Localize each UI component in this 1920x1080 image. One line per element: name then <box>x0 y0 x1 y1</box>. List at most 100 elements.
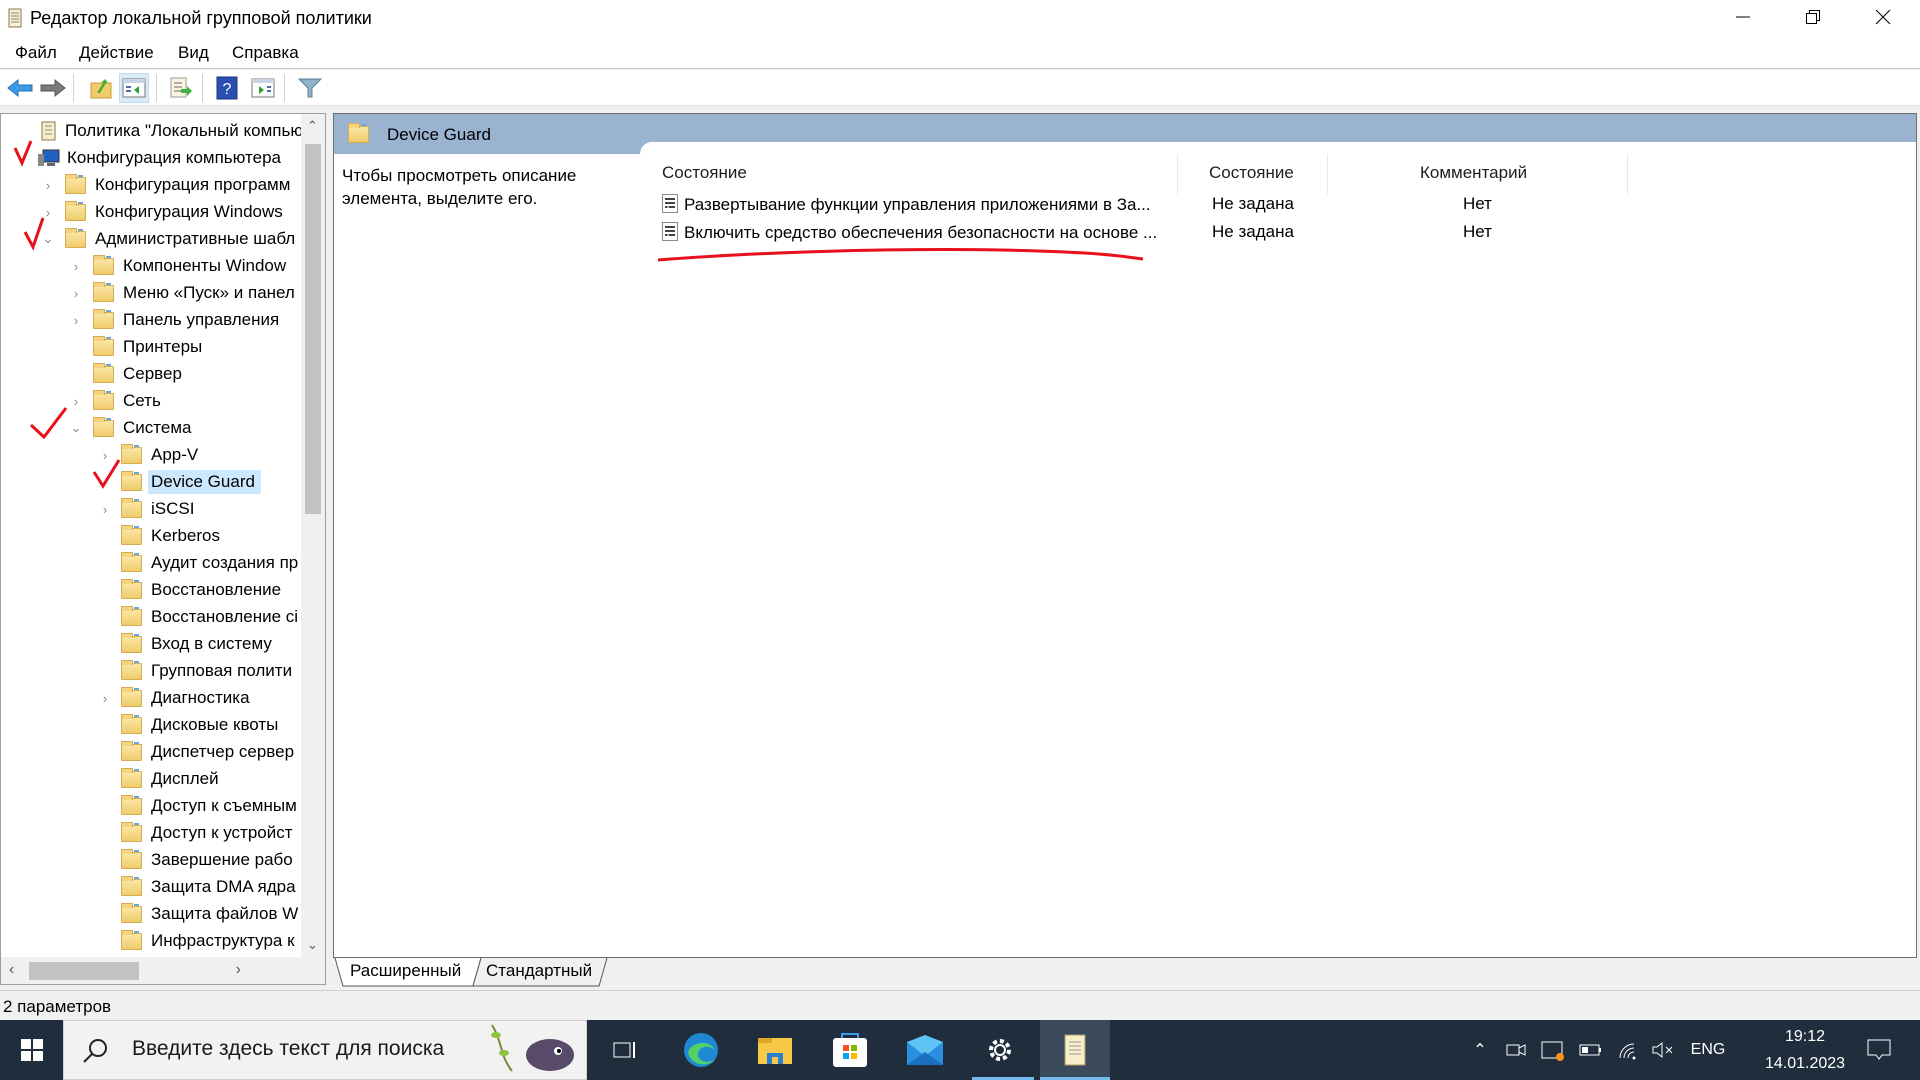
chevron-right-icon[interactable]: › <box>69 259 83 274</box>
chevron-right-icon[interactable]: › <box>98 502 112 517</box>
chevron-down-icon[interactable]: ⌄ <box>41 231 55 247</box>
restore-button[interactable] <box>1778 0 1848 34</box>
tree-item-label: iSCSI <box>151 499 195 518</box>
taskbar-mail[interactable] <box>890 1020 960 1080</box>
show-hide-tree-button[interactable] <box>119 73 149 103</box>
taskbar-search-box[interactable]: Введите здесь текст для поиска <box>63 1020 587 1080</box>
chevron-right-icon[interactable]: › <box>69 286 83 301</box>
tree-item[interactable]: Групповая полити <box>121 658 292 684</box>
column-separator[interactable] <box>1627 154 1628 194</box>
chevron-right-icon[interactable]: › <box>69 313 83 328</box>
forward-button[interactable] <box>38 73 68 103</box>
tree-item-label: App-V <box>151 445 199 464</box>
column-separator[interactable] <box>1327 154 1328 194</box>
tab-extended[interactable]: Расширенный <box>340 958 471 985</box>
column-header-comment[interactable]: Комментарий <box>1420 163 1527 183</box>
tree-item[interactable]: Kerberos <box>121 523 220 549</box>
filter-button[interactable] <box>295 73 325 103</box>
tree-item[interactable]: › Конфигурация программ <box>46 172 290 198</box>
chevron-right-icon[interactable]: › <box>41 178 55 193</box>
start-button[interactable] <box>0 1020 63 1080</box>
restore-icon <box>1806 10 1820 24</box>
tree-item[interactable]: › App-V <box>103 442 199 468</box>
chevron-right-icon[interactable]: › <box>98 691 112 706</box>
tree-item[interactable]: ⌄ Система <box>71 415 191 441</box>
chevron-right-icon[interactable]: › <box>98 448 112 463</box>
scroll-down-icon[interactable]: ⌄ <box>307 937 318 953</box>
camera-tray-button[interactable] <box>1503 1020 1529 1080</box>
scroll-up-icon[interactable]: ⌃ <box>307 118 318 134</box>
chevron-right-icon[interactable]: › <box>69 394 83 409</box>
scroll-right-icon[interactable]: › <box>236 961 241 979</box>
help-button[interactable]: ? <box>212 73 242 103</box>
show-action-pane-button[interactable] <box>248 73 278 103</box>
menu-file[interactable]: Файл <box>15 43 57 63</box>
tree-item[interactable]: › Панель управления <box>74 307 279 333</box>
column-header-state[interactable]: Состояние <box>1209 163 1294 183</box>
tree-item[interactable]: Вход в систему <box>121 631 272 657</box>
tree-item[interactable]: Инфраструктура к <box>121 928 295 954</box>
taskbar-edge[interactable] <box>666 1020 736 1080</box>
tree-item[interactable]: Восстановление <box>121 577 281 603</box>
menu-action[interactable]: Действие <box>79 43 154 63</box>
minimize-button[interactable] <box>1708 0 1778 34</box>
tree-item[interactable]: Защита DMA ядра <box>121 874 296 900</box>
tree-item[interactable]: Доступ к устройст <box>121 820 293 846</box>
column-header-setting[interactable]: Состояние <box>662 163 747 183</box>
tree-item[interactable]: › Сеть <box>74 388 161 414</box>
scrollbar-thumb[interactable] <box>305 144 321 514</box>
tree-item[interactable]: ⌄ Административные шабл <box>43 226 295 252</box>
taskbar-file-explorer[interactable] <box>740 1020 810 1080</box>
tree-vertical-scrollbar[interactable]: ⌃ ⌄ <box>301 114 325 957</box>
taskbar-settings[interactable] <box>965 1020 1035 1080</box>
table-row[interactable]: Развертывание функции управления приложе… <box>662 194 1151 215</box>
tree-item[interactable]: › Конфигурация Windows <box>46 199 283 225</box>
volume-tray-button[interactable] <box>1650 1020 1676 1080</box>
action-center-button[interactable] <box>1858 1020 1900 1080</box>
tree-item[interactable]: Сервер <box>93 361 182 387</box>
chevron-down-icon[interactable]: ⌄ <box>69 420 83 436</box>
tree-item-label: Доступ к устройст <box>151 823 293 842</box>
tree-item[interactable]: Защита файлов W <box>121 901 298 927</box>
back-button[interactable] <box>5 73 35 103</box>
tree-item[interactable]: Политика "Локальный компьют <box>39 118 311 144</box>
menu-view[interactable]: Вид <box>178 43 209 63</box>
tree-item[interactable]: › Диагностика <box>103 685 250 711</box>
battery-tray-button[interactable] <box>1578 1020 1604 1080</box>
header-tab-shape <box>640 142 1916 156</box>
tree-item[interactable]: Диспетчер сервер <box>121 739 294 765</box>
tree-item[interactable]: › Меню «Пуск» и панел <box>74 280 295 306</box>
tree-item[interactable]: Конфигурация компьютера <box>37 145 281 171</box>
up-one-level-button[interactable] <box>86 73 116 103</box>
tab-standard[interactable]: Стандартный <box>476 958 602 985</box>
tree-item[interactable]: Аудит создания пр <box>121 550 298 576</box>
language-indicator[interactable]: ENG <box>1686 1020 1730 1080</box>
description-text: Чтобы просмотреть описание элемента, выд… <box>342 164 576 210</box>
tree-item[interactable]: Дисковые квоты <box>121 712 278 738</box>
column-separator[interactable] <box>1177 154 1178 194</box>
scroll-left-icon[interactable]: ‹ <box>9 961 14 979</box>
network-tray-button[interactable] <box>1615 1020 1641 1080</box>
taskbar-store[interactable] <box>815 1020 885 1080</box>
update-tray-button[interactable] <box>1540 1020 1566 1080</box>
tree-item[interactable]: Дисплей <box>121 766 219 792</box>
scrollbar-thumb[interactable] <box>29 962 139 980</box>
show-hidden-icons-button[interactable]: ⌃ <box>1468 1020 1492 1080</box>
tree-item[interactable]: › iSCSI <box>103 496 195 522</box>
clock[interactable]: 19:12 14.01.2023 <box>1750 1020 1860 1080</box>
close-button[interactable] <box>1848 0 1918 34</box>
menu-help[interactable]: Справка <box>232 43 299 63</box>
chevron-right-icon[interactable]: › <box>41 205 55 220</box>
tree-horizontal-scrollbar[interactable]: ‹ › <box>1 957 325 984</box>
tree-item[interactable]: Device Guard <box>121 469 261 495</box>
export-list-button[interactable] <box>166 73 196 103</box>
tree-item[interactable]: Доступ к съемным <box>121 793 297 819</box>
tree-item[interactable]: Принтеры <box>93 334 202 360</box>
tree-item[interactable]: Восстановление сі <box>121 604 298 630</box>
task-view-button[interactable] <box>590 1020 660 1080</box>
taskbar-gpedit[interactable] <box>1040 1020 1110 1080</box>
table-row[interactable]: Включить средство обеспечения безопаснос… <box>662 222 1157 243</box>
tree-item[interactable]: › Компоненты Window <box>74 253 286 279</box>
tree-item[interactable]: Завершение рабо <box>121 847 293 873</box>
tree-item-label: Меню «Пуск» и панел <box>123 283 295 302</box>
